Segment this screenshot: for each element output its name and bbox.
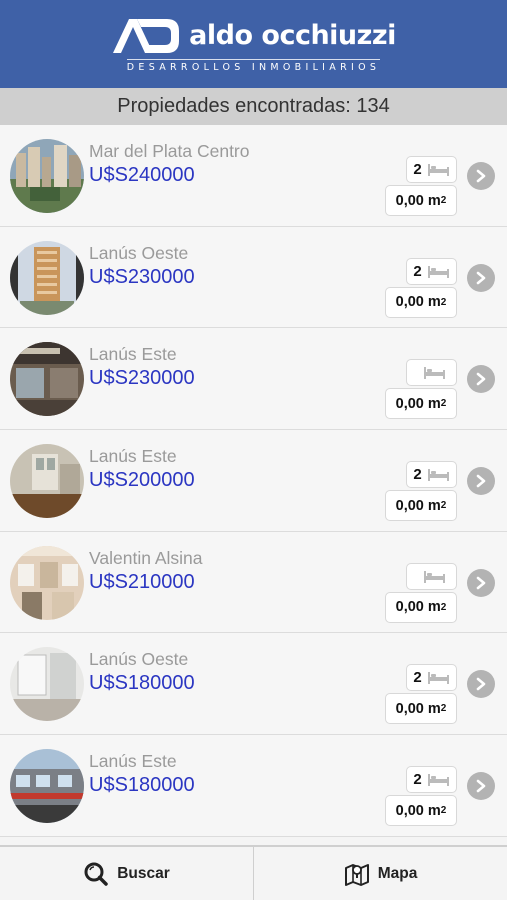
bed-icon	[427, 672, 449, 685]
bedrooms-badge: 2	[406, 766, 457, 794]
open-property-button[interactable]	[467, 365, 495, 394]
area-unit-exponent: 2	[440, 398, 447, 410]
chevron-right-icon	[476, 474, 486, 488]
area-value: 0,00 m	[395, 599, 441, 616]
bedrooms-badge: 2	[406, 461, 457, 489]
area-value: 0,00 m	[395, 395, 441, 412]
chevron-right-icon	[476, 779, 486, 793]
bedrooms-count: 2	[413, 466, 422, 484]
property-photo[interactable]	[10, 444, 84, 519]
bed-icon	[427, 774, 449, 787]
property-list-item[interactable]: Valentin Alsina U$S210000 0,00 m2	[0, 531, 507, 634]
area-value: 0,00 m	[395, 192, 441, 209]
bedrooms-badge	[406, 359, 457, 387]
bed-icon	[427, 164, 449, 176]
property-photo[interactable]	[10, 749, 84, 824]
area-badge: 0,00 m2	[385, 591, 457, 623]
property-location: Lanús Este	[89, 446, 177, 467]
bedrooms-count: 2	[413, 161, 422, 178]
results-count: Propiedades encontradas: 134	[117, 95, 390, 117]
bottom-nav: Buscar Mapa	[0, 845, 507, 900]
property-location: Lanús Este	[89, 344, 177, 365]
brand-logo[interactable]: aldo occhiuzzi DESARROLLOS INMOBILIARIOS	[111, 15, 396, 73]
property-photo[interactable]	[10, 342, 84, 417]
area-unit-exponent: 2	[440, 195, 447, 206]
property-list-item[interactable]: Lanús Este U$S180000 2 0,00 m2	[0, 735, 507, 837]
open-property-button[interactable]	[467, 162, 495, 190]
property-price: U$S240000	[89, 164, 195, 186]
bedrooms-badge	[406, 562, 457, 590]
area-unit-exponent: 2	[440, 601, 447, 613]
area-unit-exponent: 2	[440, 500, 447, 512]
open-property-button[interactable]	[467, 568, 495, 597]
map-tab-button[interactable]: Mapa	[253, 847, 507, 900]
property-location: Mar del Plata Centro	[89, 141, 250, 161]
map-tab-label: Mapa	[377, 864, 418, 882]
app-header: aldo occhiuzzi DESARROLLOS INMOBILIARIOS	[0, 0, 507, 88]
property-list: Mar del Plata Centro U$S240000 2 0,00 m2…	[0, 125, 507, 845]
property-price: U$S200000	[89, 469, 195, 492]
bed-icon	[427, 265, 449, 278]
property-list-item[interactable]: Mar del Plata Centro U$S240000 2 0,00 m2	[0, 125, 507, 227]
results-count-bar: Propiedades encontradas: 134	[0, 88, 507, 125]
logo-mark-icon	[113, 19, 180, 53]
brand-name: aldo occhiuzzi	[189, 19, 396, 51]
property-photo[interactable]	[10, 545, 84, 620]
search-tab-button[interactable]: Buscar	[0, 847, 253, 900]
chevron-right-icon	[476, 678, 486, 691]
bed-icon	[423, 570, 445, 583]
open-property-button[interactable]	[467, 772, 495, 801]
area-badge: 0,00 m2	[385, 185, 457, 216]
chevron-right-icon	[476, 169, 486, 183]
map-icon	[344, 863, 369, 886]
open-property-button[interactable]	[467, 263, 495, 292]
bed-icon	[427, 469, 449, 482]
property-location: Lanús Oeste	[89, 649, 189, 670]
property-list-item[interactable]: Lanús Este U$S200000 2 0,00 m2	[0, 430, 507, 532]
property-location: Valentin Alsina	[89, 547, 203, 568]
bedrooms-count: 2	[413, 262, 422, 280]
property-photo[interactable]	[10, 139, 84, 213]
property-list-item[interactable]: Lanús Este U$S230000 0,00 m2	[0, 328, 507, 431]
property-location: Lanús Oeste	[89, 242, 189, 263]
property-price: U$S210000	[89, 570, 195, 593]
bed-icon	[423, 367, 445, 380]
property-price: U$S230000	[89, 367, 195, 390]
search-icon	[84, 862, 108, 886]
property-photo[interactable]	[10, 647, 84, 722]
bedrooms-count: 2	[413, 771, 422, 789]
area-unit-exponent: 2	[440, 296, 447, 308]
property-list-item[interactable]: Lanús Oeste U$S230000 2 0,00 m2	[0, 226, 507, 329]
area-badge: 0,00 m2	[385, 795, 457, 827]
area-value: 0,00 m	[395, 802, 441, 819]
area-unit-exponent: 2	[440, 805, 447, 817]
open-property-button[interactable]	[467, 467, 495, 496]
chevron-right-icon	[476, 576, 486, 590]
property-location: Lanús Este	[89, 751, 177, 772]
chevron-right-icon	[476, 271, 486, 284]
area-value: 0,00 m	[395, 294, 441, 311]
area-badge: 0,00 m2	[385, 388, 457, 420]
bedrooms-count: 2	[413, 669, 422, 687]
area-badge: 0,00 m2	[385, 693, 457, 725]
property-list-item[interactable]: Lanús Oeste U$S180000 2 0,00 m2	[0, 633, 507, 736]
bedrooms-badge: 2	[406, 257, 457, 285]
property-price: U$S180000	[89, 672, 195, 695]
property-price: U$S230000	[89, 265, 195, 288]
bedrooms-badge: 2	[406, 156, 457, 183]
property-photo[interactable]	[10, 240, 84, 315]
search-tab-label: Buscar	[117, 864, 170, 882]
area-badge: 0,00 m2	[385, 490, 457, 522]
brand-subtitle: DESARROLLOS INMOBILIARIOS	[126, 59, 381, 73]
property-price: U$S180000	[89, 774, 195, 797]
area-badge: 0,00 m2	[385, 286, 457, 318]
bedrooms-badge: 2	[406, 664, 457, 692]
area-unit-exponent: 2	[440, 703, 447, 715]
area-value: 0,00 m	[395, 497, 441, 514]
chevron-right-icon	[476, 373, 486, 386]
open-property-button[interactable]	[467, 670, 495, 699]
area-value: 0,00 m	[395, 700, 441, 717]
